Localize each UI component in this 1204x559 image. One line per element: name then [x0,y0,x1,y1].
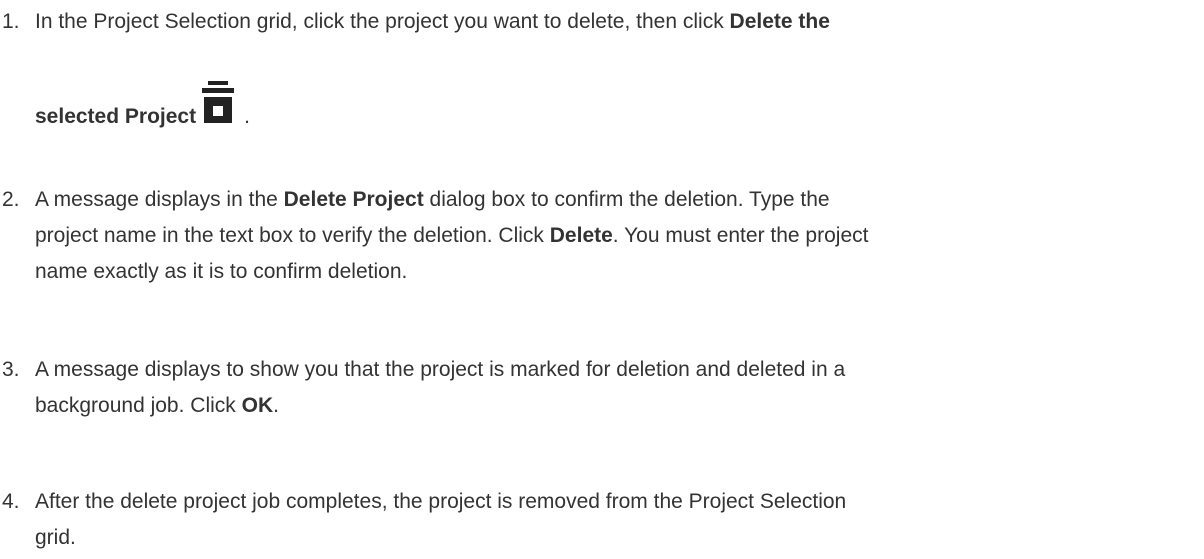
step-number: 1. [2,10,20,33]
ui-term: Delete [549,224,613,247]
step-number: 4. [2,490,20,513]
step-text-segment: A message displays in the [35,188,284,211]
step-text-segment: . You must enter the project [612,224,869,247]
step-line: A message displays in the Delete Project… [35,182,1195,218]
step-text-segment: project name in the text box to verify t… [35,224,550,247]
step-text-segment: . [273,394,279,417]
ui-term: Delete Project [283,188,424,211]
trash-can-icon [202,81,235,125]
step-number: 3. [2,358,20,381]
step-text: After the delete project job completes, … [35,484,1195,556]
step-text-segment: In the Project Selection grid, click the… [35,10,730,33]
procedure-steps: 1. In the Project Selection grid, click … [0,0,1204,559]
step-number: 2. [2,188,20,211]
step-line: name exactly as it is to confirm deletio… [35,260,408,283]
step-text-segment: background job. Click [35,394,242,417]
ui-term: Delete the [729,10,830,33]
step-text-segment: dialog box to confirm the deletion. Type… [423,188,830,211]
step-text: A message displays to show you that the … [35,352,1195,424]
step-line: selected Project. [35,81,250,141]
step-line: In the Project Selection grid, click the… [35,4,830,40]
step-text-segment: . [244,105,250,128]
step-line: project name in the text box to verify t… [35,218,1195,254]
ui-term: OK [241,394,274,417]
step-line: background job. Click OK. [35,388,1195,424]
step-text: A message displays in the Delete Project… [35,182,1195,290]
step-line: A message displays to show you that the … [35,358,846,381]
step-line: After the delete project job completes, … [35,490,847,513]
ui-term: selected Project [35,105,197,128]
step-line: grid. [35,526,76,549]
